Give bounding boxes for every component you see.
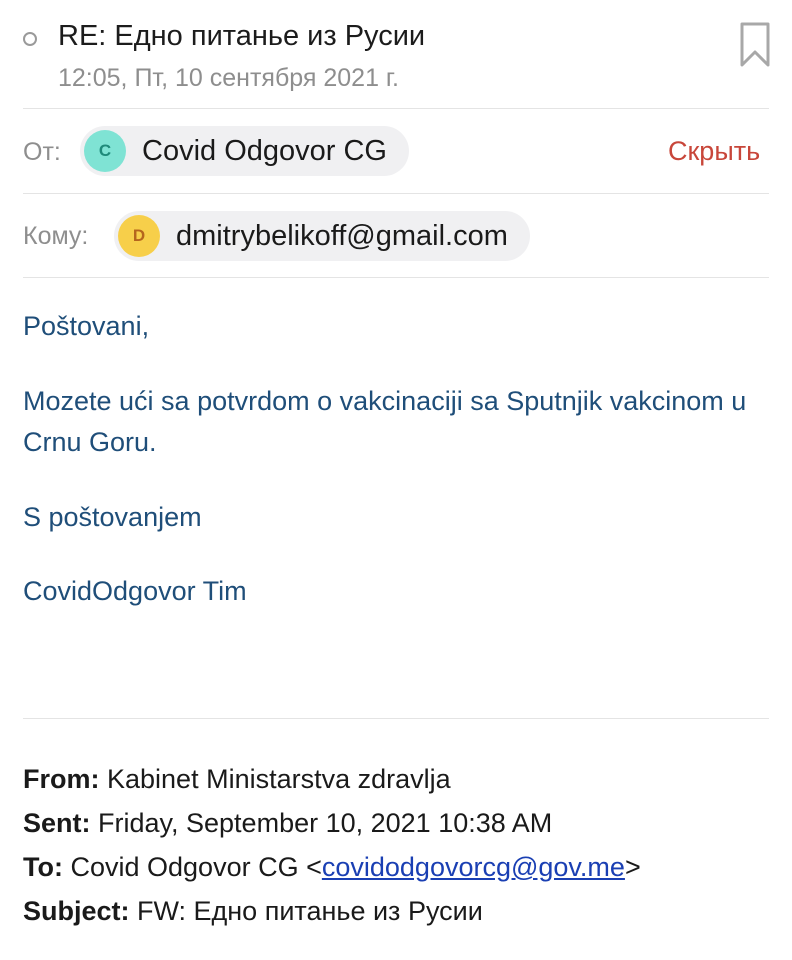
recipient-email: dmitrybelikoff@gmail.com (176, 219, 508, 252)
message-date: 12:05, Пт, 10 сентября 2021 г. (58, 64, 399, 92)
recipient-chip[interactable]: D dmitrybelikoff@gmail.com (114, 211, 530, 261)
sender-chip[interactable]: C Covid Odgovor CG (80, 126, 409, 176)
forwarded-to-label: To: (23, 852, 63, 882)
recipient-avatar: D (118, 215, 160, 257)
divider (23, 193, 769, 194)
divider (23, 277, 769, 278)
forwarded-to-name: Covid Odgovor CG < (62, 852, 322, 882)
forwarded-sent-value: Friday, September 10, 2021 10:38 AM (90, 808, 553, 838)
forwarded-subject: Subject: FW: Едно питанье из Русии (23, 896, 483, 927)
read-status-circle-icon[interactable] (23, 32, 37, 46)
hide-details-link[interactable]: Скрыть (668, 136, 760, 167)
to-label: Кому: (23, 222, 89, 250)
bookmark-icon[interactable] (739, 22, 771, 68)
forwarded-from-label: From: (23, 764, 100, 794)
sender-name: Covid Odgovor CG (142, 134, 387, 167)
message-header: RE: Едно питанье из Русии 12:05, Пт, 10 … (0, 0, 792, 110)
from-label: От: (23, 138, 61, 166)
forwarded-subject-value: FW: Едно питанье из Русии (129, 896, 483, 926)
divider (23, 718, 769, 719)
message-closing: S poštovanjem (23, 502, 202, 532)
forwarded-to: To: Covid Odgovor CG <covidodgovorcg@gov… (23, 852, 641, 883)
forwarded-to-email-link[interactable]: covidodgovorcg@gov.me (322, 852, 625, 882)
message-signature: CovidOdgovor Tim (23, 576, 247, 606)
forwarded-sent-label: Sent: (23, 808, 91, 838)
divider (23, 108, 769, 109)
message-subject: RE: Едно питанье из Русии (58, 20, 426, 52)
forwarded-from-value: Kabinet Ministarstva zdravlja (99, 764, 451, 794)
forwarded-to-close: > (624, 852, 641, 882)
forwarded-sent: Sent: Friday, September 10, 2021 10:38 A… (23, 808, 552, 839)
message-greeting: Poštovani, (23, 311, 150, 341)
forwarded-from: From: Kabinet Ministarstva zdravlja (23, 764, 451, 795)
sender-avatar: C (84, 130, 126, 172)
forwarded-subject-label: Subject: (23, 896, 130, 926)
message-paragraph: Mozete ući sa potvrdom o vakcinaciji sa … (23, 386, 747, 457)
